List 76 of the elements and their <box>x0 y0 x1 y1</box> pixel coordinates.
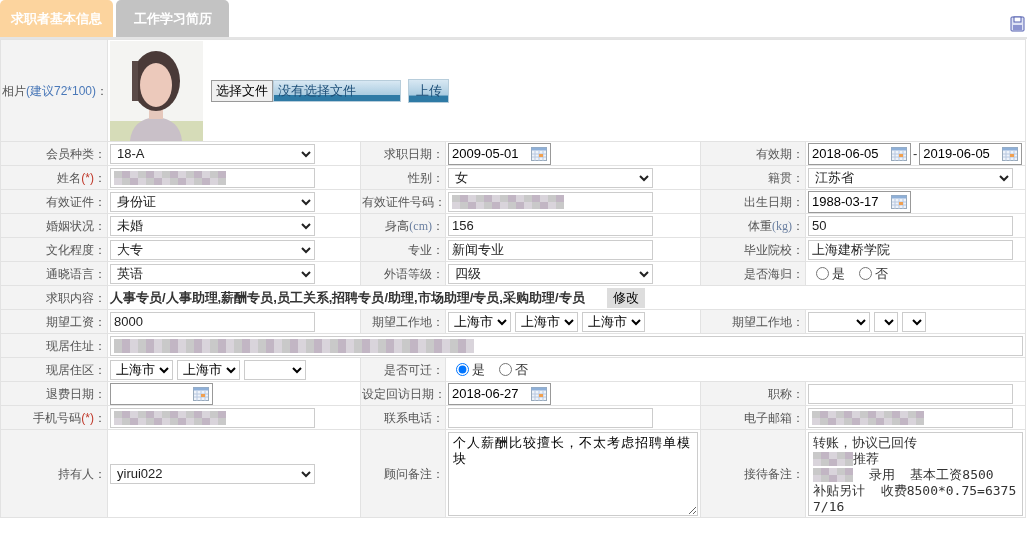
radio-label: 否 <box>875 265 888 282</box>
field-label: 有效证件号码： <box>362 194 446 209</box>
edit-button[interactable]: 修改 <box>606 287 645 308</box>
dropdown[interactable]: 上海市 <box>110 359 173 380</box>
dropdown[interactable]: 江苏省 <box>808 167 1013 188</box>
radio-label: 是 <box>832 265 845 282</box>
field-label: 婚姻状况： <box>46 218 106 233</box>
dropdown[interactable]: yirui022 <box>110 463 315 484</box>
field-label: 接待备注： <box>744 466 804 481</box>
notes-field[interactable]: 个人薪酬比较擅长，不太考虑招聘单模块 <box>448 431 698 516</box>
input-field[interactable]: 50 <box>808 215 1013 236</box>
input-field[interactable]: 156 <box>448 215 653 236</box>
field-label: 会员种类： <box>46 146 106 161</box>
dropdown[interactable]: 英语 <box>110 263 315 284</box>
field-label: 顾问备注： <box>384 466 444 481</box>
field-label: 职称： <box>768 386 804 401</box>
field-label: 性别： <box>408 170 444 185</box>
field-label: 现居住址： <box>46 338 106 353</box>
field-label: 相片(建议72*100)： <box>2 83 109 98</box>
notes-field[interactable]: 转账，协议已回传 推荐 录用 基本工资8500 补贴另计 收费8500*0.75=6375 7/16 <box>808 431 1023 516</box>
field-label: 期望工资： <box>46 314 106 329</box>
field-label: 通晓语言： <box>46 266 106 281</box>
field-label: 期望工作地： <box>372 314 444 329</box>
note-text: 转账，协议已回传 <box>813 434 917 451</box>
field-label: 持有人： <box>58 466 106 481</box>
note-text: 补贴另计 收费8500*0.75=6375 <box>813 482 1017 499</box>
date-field[interactable]: 1988-03-17 <box>808 190 911 213</box>
file-status: 没有选择文件 <box>273 79 401 102</box>
dropdown[interactable]: 上海市 <box>448 311 511 332</box>
field-label: 外语等级： <box>384 266 444 281</box>
field-label: 毕业院校： <box>744 242 804 257</box>
field-label: 现居住区： <box>46 362 106 377</box>
field-label: 身高(cm)： <box>385 218 444 233</box>
dropdown[interactable]: 上海市 <box>515 311 578 332</box>
dropdown[interactable]: 上海市 <box>582 311 645 332</box>
date-field[interactable]: 2009-05-01 <box>448 142 551 165</box>
field-label: 籍贯： <box>768 170 804 185</box>
field-label: 体重(kg)： <box>748 218 804 233</box>
note-text: 录用 基本工资8500 <box>867 466 994 483</box>
input-field[interactable]: 8000 <box>110 311 315 332</box>
dropdown[interactable]: 四级 <box>448 263 653 284</box>
input-field[interactable]: 上海建桥学院 <box>808 239 1013 260</box>
field-label: 求职内容： <box>46 290 106 305</box>
dropdown[interactable]: 18-A <box>110 143 315 164</box>
range-separator: - <box>913 145 918 162</box>
field-label: 出生日期： <box>744 194 804 209</box>
radio-label: 否 <box>515 361 528 378</box>
field-label: 有效期： <box>756 146 804 161</box>
field-label: 文化程度： <box>46 242 106 257</box>
field-label: 期望工作地： <box>732 314 804 329</box>
job-list: 人事专员/人事助理,薪酬专员,员工关系,招聘专员/助理,市场助理/专员,采购助理/专员 <box>110 289 585 306</box>
note-text: 7/16 <box>813 498 845 515</box>
radio-label: 是 <box>472 361 485 378</box>
upload-button[interactable]: 上传 <box>408 78 449 103</box>
field-label: 是否可迁： <box>384 362 444 377</box>
field-label: 退费日期： <box>46 386 106 401</box>
dropdown[interactable]: 未婚 <box>110 215 315 236</box>
input-field[interactable]: 新闻专业 <box>448 239 653 260</box>
note-text: 推荐 <box>853 450 879 467</box>
dropdown[interactable]: 女 <box>448 167 653 188</box>
field-label: 有效证件： <box>46 194 106 209</box>
field-label: 求职日期： <box>384 146 444 161</box>
field-label: 专业： <box>408 242 444 257</box>
dropdown[interactable]: 大专 <box>110 239 315 260</box>
field-label: 联系电话： <box>384 410 444 425</box>
date-field[interactable]: 2019-06-05 <box>919 142 1023 165</box>
field-label: 手机号码(*)： <box>33 410 106 425</box>
field-label: 姓名(*)： <box>57 170 106 185</box>
field-label: 设定回访日期： <box>362 386 446 401</box>
dropdown[interactable]: 上海市 <box>177 359 240 380</box>
date-field[interactable]: 2018-06-27 <box>448 382 551 405</box>
dropdown[interactable]: 身份证 <box>110 191 315 212</box>
field-label: 电子邮箱： <box>744 410 804 425</box>
date-field[interactable]: 2018-06-05 <box>808 142 911 165</box>
field-label: 是否海归： <box>744 266 804 281</box>
choose-file-button[interactable]: 选择文件 <box>211 79 273 102</box>
